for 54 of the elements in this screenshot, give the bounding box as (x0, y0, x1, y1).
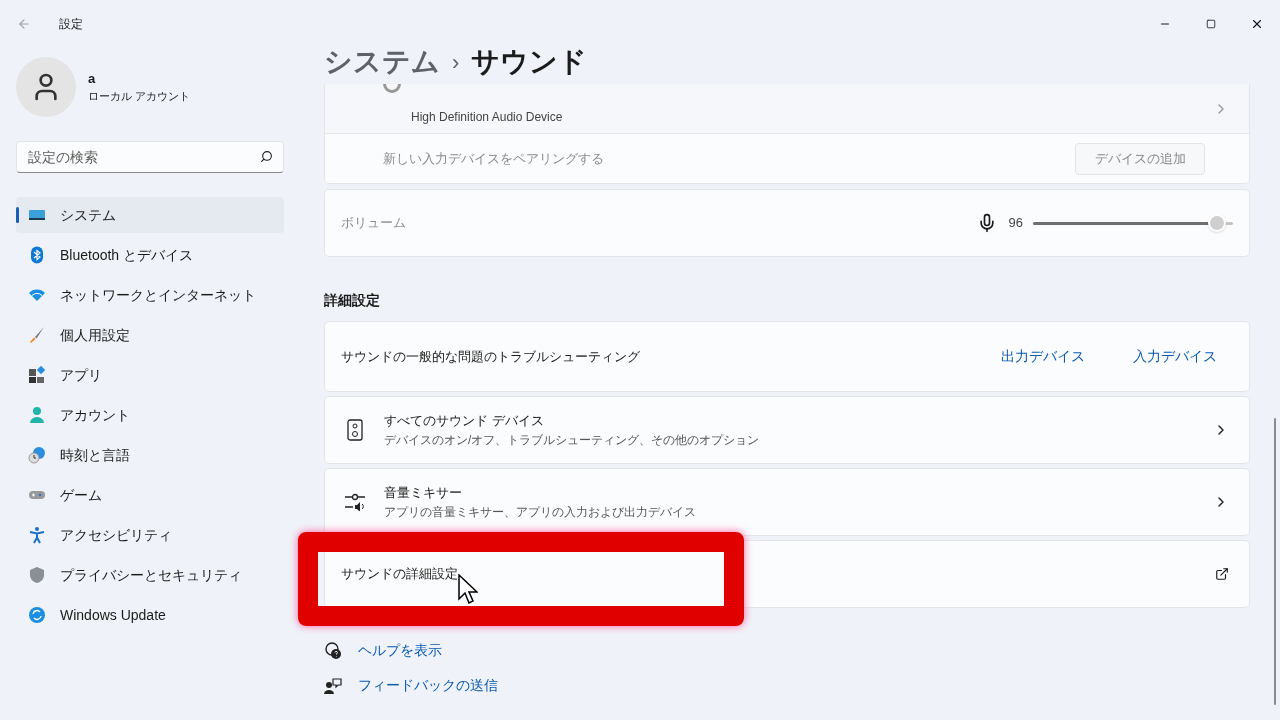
cursor-icon (458, 574, 478, 606)
window-title: 設定 (59, 16, 83, 33)
volume-reading: 96 (1008, 214, 1023, 233)
row-title: 音量ミキサー (384, 484, 463, 503)
search-field[interactable]: 設定の検索 (16, 141, 284, 173)
device-link[interactable]: 出力デバイス (1001, 346, 1085, 367)
accessibility-icon (28, 526, 46, 544)
nav-item[interactable]: Windows Update (16, 597, 284, 633)
account-type: ローカル アカウント (88, 89, 191, 104)
mixer-icon (343, 493, 366, 511)
nav-item[interactable]: アカウント (16, 397, 284, 433)
shield-icon (28, 566, 46, 584)
device-subtitle: High Definition Audio Device (411, 108, 563, 126)
troubleshoot-label: サウンドの一般的な問題のトラブルシューティング (341, 347, 640, 366)
breadcrumb-parent[interactable]: システム (324, 41, 440, 83)
nav-item[interactable]: 時刻と言語 (16, 437, 284, 473)
close-icon[interactable] (1250, 17, 1264, 31)
row-title: サウンドの詳細設定 (341, 565, 458, 584)
feedback-icon (324, 676, 342, 695)
page-title: サウンド (471, 45, 588, 79)
help-icon (324, 641, 342, 660)
footer-link[interactable]: フィードバックの送信 (358, 675, 498, 696)
device-link[interactable]: 入力デバイス (1133, 346, 1217, 367)
external-link-icon (1215, 567, 1229, 581)
profile-name: a (88, 70, 97, 88)
device-row[interactable]: High Definition Audio Device (325, 84, 1249, 133)
maximize-icon[interactable] (1206, 19, 1216, 29)
volume-slider[interactable] (1033, 213, 1233, 233)
person-icon (28, 406, 46, 424)
bluetooth-icon (28, 246, 46, 264)
row-subtitle: アプリの音量ミキサー、アプリの入力および出力デバイス (384, 503, 696, 521)
apps-icon (28, 366, 46, 384)
nav-item[interactable]: プライバシーとセキュリティ (16, 557, 284, 593)
breadcrumb-separator: › (452, 48, 460, 77)
speaker-icon (346, 419, 363, 441)
row-title: すべてのサウンド デバイス (384, 412, 545, 431)
nav-item[interactable]: ネットワークとインターネット (16, 277, 284, 313)
nav-item[interactable]: アクセシビリティ (16, 517, 284, 553)
footer-link[interactable]: ヘルプを表示 (358, 640, 442, 661)
nav-item[interactable]: Bluetooth とデバイス (16, 237, 284, 273)
nav-item[interactable]: ゲーム (16, 477, 284, 513)
volume-label: ボリューム (341, 214, 406, 233)
nav-item[interactable]: システム (16, 197, 284, 233)
update-icon (28, 606, 46, 624)
scrollbar[interactable] (1274, 418, 1276, 705)
nav-item[interactable]: アプリ (16, 357, 284, 393)
section-heading: 詳細設定 (324, 291, 381, 310)
nav-item[interactable]: 個人用設定 (16, 317, 284, 353)
search-icon (260, 150, 273, 163)
row-subtitle: デバイスのオン/オフ、トラブルシューティング、その他のオプション (384, 431, 760, 449)
settings-row[interactable]: すべてのサウンド デバイス デバイスのオン/オフ、トラブルシューティング、その他のオプション (324, 396, 1250, 464)
pair-label: 新しい入力デバイスをペアリングする (383, 149, 604, 168)
clock-globe-icon (28, 446, 46, 464)
settings-row[interactable]: 音量ミキサー アプリの音量ミキサー、アプリの入力および出力デバイス (324, 468, 1250, 536)
